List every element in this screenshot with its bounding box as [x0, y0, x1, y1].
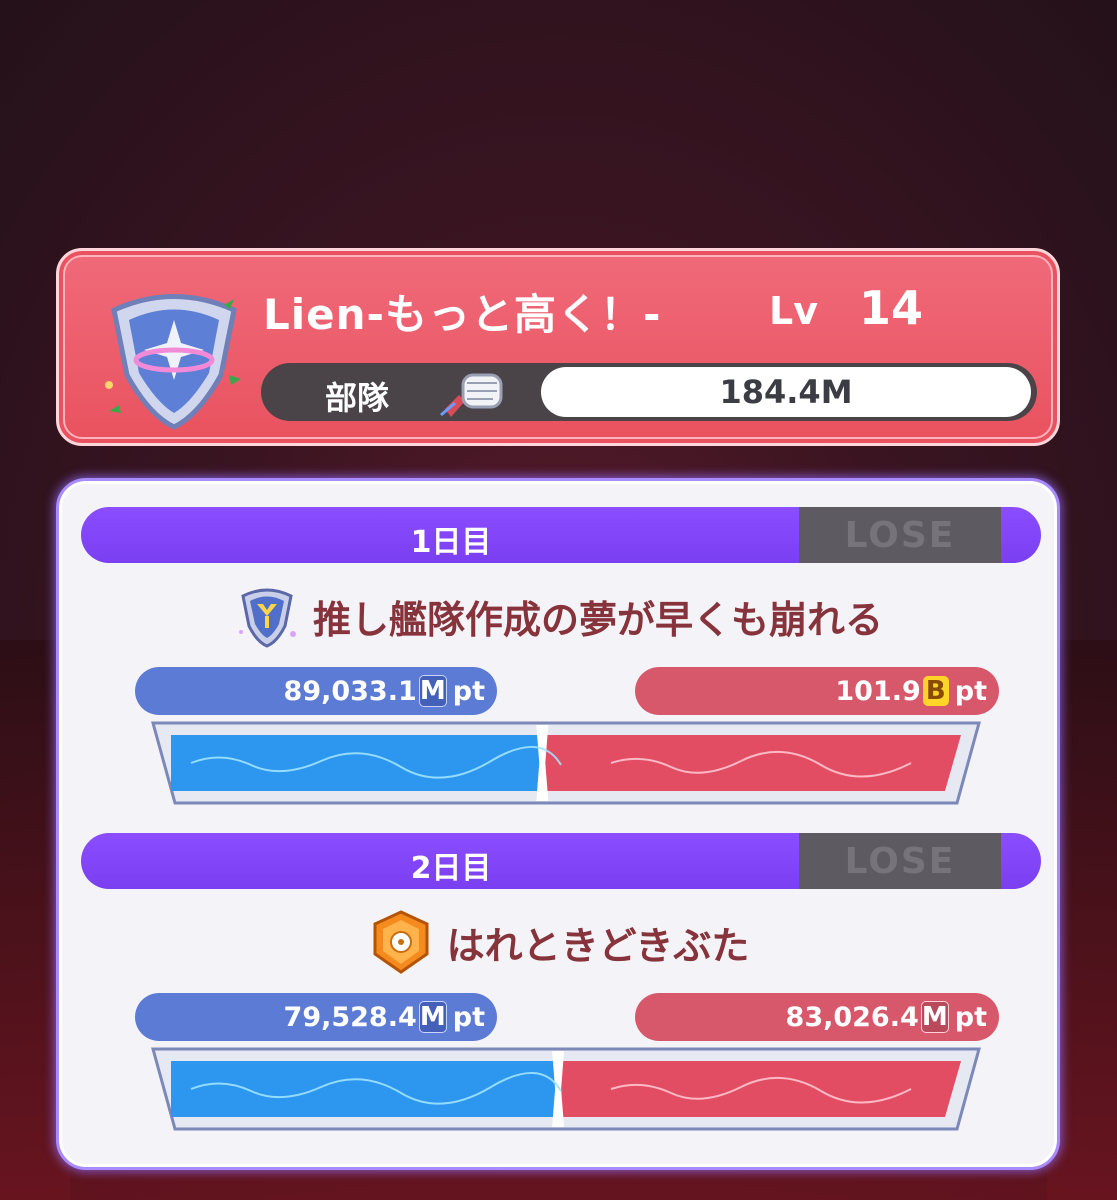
result-badge: LOSE — [799, 833, 1001, 889]
team-emblem-icon — [105, 294, 241, 430]
day-section-2: 2日目 LOSE はれときどきぶた 79,528.4 M pt 83,026.4… — [59, 807, 1057, 1131]
shield-emblem-icon — [238, 588, 296, 648]
day-header-1: 1日目 LOSE — [81, 507, 1041, 563]
level-label: Lv — [769, 289, 818, 333]
opponent-score: 83,026.4 M pt — [635, 993, 999, 1041]
opponent-score-value: 101.9 — [835, 675, 921, 707]
opponent-name: 推し艦隊作成の夢が早くも崩れる — [312, 597, 883, 642]
team-card[interactable]: Lien-もっと高く！- Lv 14 部隊 184.4M — [56, 248, 1060, 446]
pt-label: pt — [954, 675, 987, 707]
day-section-1: 1日目 LOSE 推し艦隊作成の夢が早くも崩れる 89,033.1 M pt 1… — [59, 481, 1057, 805]
score-gauge — [151, 721, 981, 805]
opponent-name: はれときどきぶた — [446, 923, 750, 968]
team-name: Lien-もっと高く！- — [263, 290, 662, 339]
score-gauge — [151, 1047, 981, 1131]
pt-label: pt — [452, 675, 485, 707]
orange-badge-icon — [373, 910, 429, 974]
pt-label: pt — [954, 1001, 987, 1033]
opponent-row[interactable]: はれときどきぶた — [59, 907, 1057, 977]
my-score-value: 89,033.1 — [283, 675, 417, 707]
opponent-score-value: 83,026.4 — [785, 1001, 919, 1033]
unit-badge: M — [418, 675, 447, 707]
opponent-score: 101.9 B pt — [635, 667, 999, 715]
unit-badge: B — [922, 676, 949, 706]
opponent-row[interactable]: 推し艦隊作成の夢が早くも崩れる — [59, 581, 1057, 651]
unit-badge: M — [418, 1001, 447, 1033]
power-label: 部隊 — [325, 379, 390, 417]
fist-icon — [440, 373, 503, 417]
day-label: 2日目 — [410, 851, 492, 886]
day-label: 1日目 — [410, 525, 492, 560]
my-score: 79,528.4 M pt — [135, 993, 497, 1041]
battle-results-panel: 1日目 LOSE 推し艦隊作成の夢が早くも崩れる 89,033.1 M pt 1… — [56, 478, 1060, 1170]
power-value: 184.4M — [541, 367, 1031, 417]
my-score: 89,033.1 M pt — [135, 667, 497, 715]
level-value: 14 — [859, 281, 924, 335]
day-header-2: 2日目 LOSE — [81, 833, 1041, 889]
my-score-value: 79,528.4 — [283, 1001, 417, 1033]
result-badge: LOSE — [799, 507, 1001, 563]
pt-label: pt — [452, 1001, 485, 1033]
team-power-bar: 部隊 184.4M — [261, 363, 1037, 421]
unit-badge: M — [920, 1001, 949, 1033]
